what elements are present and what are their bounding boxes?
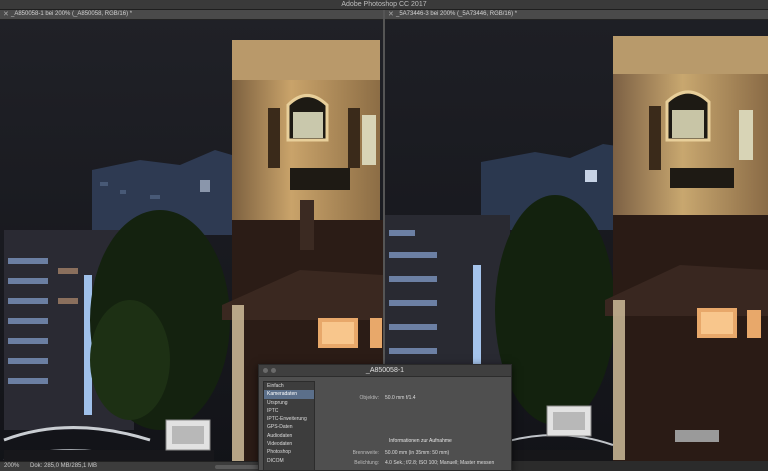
- category-item[interactable]: Ursprung: [264, 399, 314, 407]
- lens-value: 50.0 mm f/1.4: [385, 395, 416, 401]
- dialog-title: _A850058-1: [365, 367, 405, 374]
- category-item[interactable]: IPTC: [264, 407, 314, 415]
- category-item[interactable]: Audiodaten: [264, 432, 314, 440]
- document-tab-title: _A850058-1 bei 200% (_A850058, RGB/16) *: [11, 11, 133, 17]
- lens-field: Objektiv: 50.0 mm f/1.4: [319, 395, 416, 401]
- exposure-field: Belichtung: 4.0 Sek.; f/2.8; ISO 100; Man…: [319, 460, 494, 466]
- close-tab-icon[interactable]: ✕: [388, 11, 394, 19]
- dialog-title-bar[interactable]: _A850058-1: [259, 365, 511, 377]
- document-tab-title: _5A73446-3 bei 200% (_5A73446, RGB/16) *: [396, 11, 518, 17]
- document-tab-left[interactable]: ✕ _A850058-1 bei 200% (_A850058, RGB/16)…: [0, 10, 383, 20]
- zoom-level[interactable]: 200%: [4, 463, 19, 469]
- exposure-value: 4.0 Sek.; f/2.8; ISO 100; Manuell; Maste…: [385, 460, 495, 466]
- warehouse: [613, 215, 768, 461]
- category-item[interactable]: DICOM: [264, 457, 314, 465]
- category-item[interactable]: Einfach: [264, 382, 314, 390]
- file-info-dialog: _A850058-1 Einfach Kameradaten Ursprung …: [258, 364, 512, 471]
- focal-length-value: 50.00 mm (in 35mm: 50 mm): [385, 450, 450, 456]
- app-title-bar: Adobe Photoshop CC 2017: [0, 0, 768, 10]
- category-item[interactable]: Photoshop: [264, 448, 314, 456]
- category-item[interactable]: IPTC-Erweiterung: [264, 415, 314, 423]
- exposure-label: Belichtung:: [354, 460, 379, 466]
- category-list: Einfach Kameradaten Ursprung IPTC IPTC-E…: [263, 381, 315, 471]
- document-size[interactable]: Dok: 285,0 MB/285,1 MB: [30, 463, 97, 469]
- category-item[interactable]: GPS-Daten: [264, 423, 314, 431]
- category-item[interactable]: Videodaten: [264, 440, 314, 448]
- app-title: Adobe Photoshop CC 2017: [341, 1, 427, 8]
- document-tab-right[interactable]: ✕ _5A73446-3 bei 200% (_5A73446, RGB/16)…: [385, 10, 768, 20]
- category-item-selected[interactable]: Kameradaten: [264, 390, 314, 399]
- lens-label: Objektiv:: [359, 395, 379, 401]
- shooting-info-heading: Informationen zur Aufnahme: [389, 438, 452, 444]
- focal-length-label: Brennweite:: [352, 450, 379, 456]
- close-tab-icon[interactable]: ✕: [3, 11, 9, 19]
- tree: [495, 195, 615, 425]
- focal-length-field: Brennweite: 50.00 mm (in 35mm: 50 mm): [319, 450, 450, 456]
